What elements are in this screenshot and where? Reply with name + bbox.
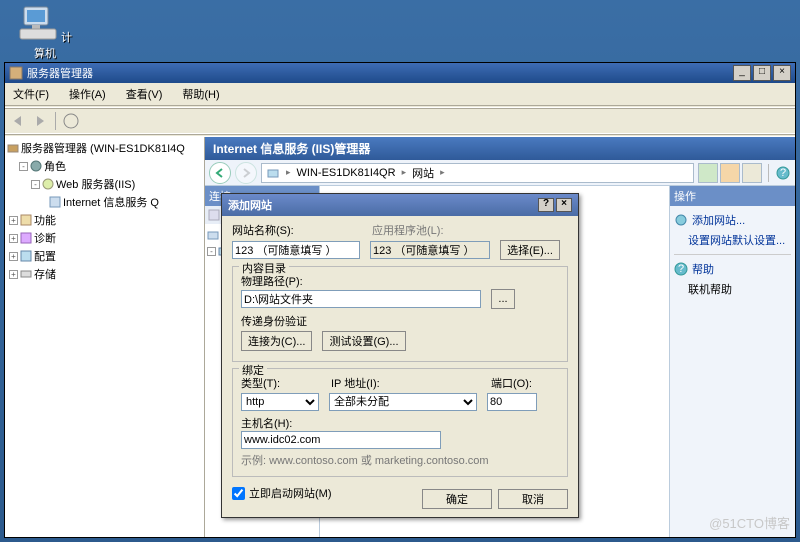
- breadcrumb[interactable]: ▸ WIN-ES1DK81I4QR ▸ 网站 ▸: [261, 163, 694, 183]
- features-icon: [20, 214, 32, 226]
- tree-iis[interactable]: Internet 信息服务 Q: [7, 193, 202, 211]
- type-select[interactable]: http: [241, 393, 319, 411]
- toolbar-back-icon[interactable]: [9, 112, 27, 130]
- actions-header: 操作: [670, 186, 795, 206]
- label-type: 类型(T):: [241, 378, 280, 390]
- tree-config[interactable]: + 配置: [7, 247, 202, 265]
- action-site-defaults[interactable]: 设置网站默认设置...: [688, 230, 791, 250]
- tree-roles[interactable]: - 角色: [7, 157, 202, 175]
- nav-forward-button[interactable]: [235, 162, 257, 184]
- watermark: @51CTO博客: [709, 513, 790, 532]
- ok-button[interactable]: 确定: [422, 489, 492, 509]
- desktop-computer-icon[interactable]: 计算机: [15, 5, 75, 61]
- example-text: 示例: www.contoso.com 或 marketing.contoso.…: [241, 455, 489, 467]
- hostname-input[interactable]: [241, 431, 441, 449]
- menu-action[interactable]: 操作(A): [65, 85, 110, 103]
- add-website-dialog: 添加网站 ? × 网站名称(S): 应用程序池(L): 选择(E)... 内容目…: [221, 193, 579, 518]
- toolbar: [5, 110, 795, 132]
- label-hostname: 主机名(H):: [241, 418, 292, 430]
- nav-home-button[interactable]: [742, 163, 762, 183]
- close-button[interactable]: ×: [773, 65, 791, 81]
- port-input[interactable]: [487, 393, 537, 411]
- help-icon: ?: [674, 262, 688, 276]
- toolbar-help-icon[interactable]: [62, 112, 80, 130]
- tree-storage[interactable]: + 存储: [7, 265, 202, 283]
- config-icon: [20, 250, 32, 262]
- svg-text:?: ?: [678, 263, 684, 275]
- action-help[interactable]: ? 帮助: [674, 259, 791, 279]
- select-app-pool-button[interactable]: 选择(E)...: [500, 240, 560, 260]
- server-node-icon: [266, 166, 280, 180]
- label-start-now: 立即启动网站(M): [249, 485, 332, 501]
- binding-group: 绑定 类型(T): IP 地址(I): 端口(O): http 全部未分配 主机…: [232, 368, 568, 477]
- actions-pane: 操作 添加网站... 设置网站默认设置... ? 帮助: [670, 186, 795, 537]
- label-port: 端口(O):: [491, 378, 532, 390]
- nav-back-button[interactable]: [209, 162, 231, 184]
- minimize-button[interactable]: _: [733, 65, 751, 81]
- menu-file[interactable]: 文件(F): [9, 85, 53, 103]
- tree-root[interactable]: 服务器管理器 (WIN-ES1DK81I4Q: [7, 139, 202, 157]
- label-ip: IP 地址(I):: [331, 378, 380, 390]
- home-icon: [207, 229, 219, 241]
- action-add-website[interactable]: 添加网站...: [674, 210, 791, 230]
- ip-select[interactable]: 全部未分配: [329, 393, 477, 411]
- dialog-titlebar[interactable]: 添加网站 ? ×: [222, 194, 578, 216]
- connect-as-button[interactable]: 连接为(C)...: [241, 331, 312, 351]
- breadcrumb-sites: 网站: [412, 165, 434, 181]
- group-label-binding: 绑定: [239, 362, 267, 378]
- iis-icon: [49, 196, 61, 208]
- tree-diagnostics[interactable]: + 诊断: [7, 229, 202, 247]
- computer-icon: [18, 5, 58, 41]
- content-directory-group: 内容目录 物理路径(P): ... 传递身份验证 连接为(C)... 测试设置(…: [232, 266, 568, 362]
- web-server-icon: [42, 178, 54, 190]
- site-name-input[interactable]: [232, 241, 360, 259]
- globe-add-icon: [674, 213, 688, 227]
- cancel-button[interactable]: 取消: [498, 489, 568, 509]
- diagnostics-icon: [20, 232, 32, 244]
- tree-web-server[interactable]: - Web 服务器(IIS): [7, 175, 202, 193]
- server-manager-title: 服务器管理器: [27, 65, 93, 81]
- menu-help[interactable]: 帮助(H): [178, 85, 223, 103]
- test-settings-button[interactable]: 测试设置(G)...: [322, 331, 405, 351]
- conn-tool-icon[interactable]: [207, 208, 221, 222]
- dialog-title: 添加网站: [228, 197, 272, 213]
- label-app-pool: 应用程序池(L):: [372, 225, 444, 237]
- group-label-content: 内容目录: [239, 260, 289, 276]
- physical-path-input[interactable]: [241, 290, 481, 308]
- gear-icon: [30, 160, 42, 172]
- menu-view[interactable]: 查看(V): [122, 85, 167, 103]
- server-manager-tree: 服务器管理器 (WIN-ES1DK81I4Q - 角色 - Web 服务器(II…: [5, 137, 205, 537]
- action-online-help[interactable]: 联机帮助: [688, 279, 791, 299]
- menubar: 文件(F) 操作(A) 查看(V) 帮助(H): [5, 83, 795, 106]
- server-icon: [7, 142, 19, 154]
- iis-navbar: ▸ WIN-ES1DK81I4QR ▸ 网站 ▸ ?: [205, 160, 795, 186]
- storage-icon: [20, 268, 32, 280]
- app-pool-input: [370, 241, 490, 259]
- tree-features[interactable]: + 功能: [7, 211, 202, 229]
- toolbar-forward-icon[interactable]: [31, 112, 49, 130]
- breadcrumb-host: WIN-ES1DK81I4QR: [297, 167, 396, 179]
- label-passthrough: 传递身份验证: [241, 316, 307, 328]
- svg-text:?: ?: [780, 167, 786, 179]
- start-now-checkbox[interactable]: [232, 487, 245, 500]
- browse-path-button[interactable]: ...: [491, 289, 515, 309]
- label-site-name: 网站名称(S):: [232, 225, 294, 237]
- nav-refresh-button[interactable]: [698, 163, 718, 183]
- maximize-button[interactable]: □: [753, 65, 771, 81]
- help-icon[interactable]: ?: [775, 165, 791, 181]
- iis-title: Internet 信息服务 (IIS)管理器: [205, 137, 795, 160]
- server-manager-titlebar[interactable]: 服务器管理器 _ □ ×: [5, 63, 795, 83]
- label-physical-path: 物理路径(P):: [241, 276, 303, 288]
- server-manager-icon: [9, 66, 23, 80]
- nav-stop-button[interactable]: [720, 163, 740, 183]
- dialog-close-button[interactable]: ×: [556, 198, 572, 212]
- dialog-help-button[interactable]: ?: [538, 198, 554, 212]
